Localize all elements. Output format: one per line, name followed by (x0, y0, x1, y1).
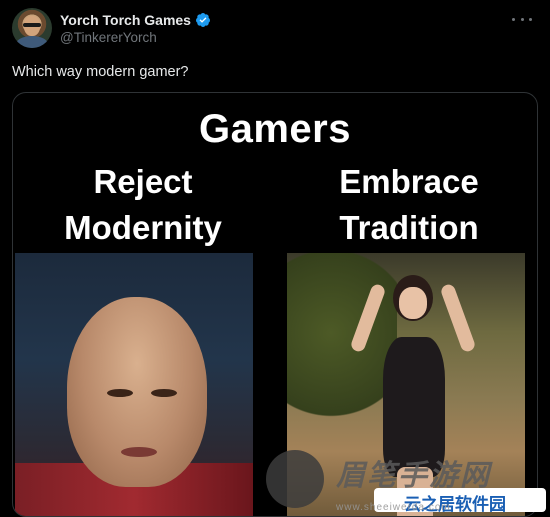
figure-face (399, 287, 427, 319)
left-eye (107, 389, 133, 397)
right-eye (151, 389, 177, 397)
tweet-text: Which way modern gamer? (12, 64, 189, 80)
meme-caption-left: Reject Modernity (64, 163, 222, 246)
mouth (121, 447, 157, 457)
meme-title: Gamers (199, 107, 351, 151)
figure-legs (397, 467, 433, 516)
more-dot (512, 17, 515, 21)
right-photo (287, 253, 525, 516)
verified-icon (195, 13, 210, 27)
shaved-head-face (67, 297, 207, 487)
name-row: Yorch Torch Games (60, 11, 211, 29)
more-dot (520, 17, 524, 21)
tweet-header: Yorch Torch Games @TinkererYorch (12, 8, 538, 48)
tweet-image[interactable]: Gamers Reject Modernity Embrace Traditio… (12, 92, 538, 517)
avatar-sunglasses (23, 23, 41, 27)
more-dot (529, 17, 532, 21)
figure-dress (383, 337, 445, 477)
user-handle[interactable]: @TinkererYorch (60, 30, 157, 45)
display-name[interactable]: Yorch Torch Games (60, 12, 191, 28)
meme-caption-right: Embrace Tradition (339, 163, 479, 246)
more-icon[interactable] (512, 12, 532, 26)
avatar[interactable] (12, 8, 52, 48)
figure-right-arm (439, 282, 477, 354)
avatar-body (16, 36, 48, 48)
foliage (287, 253, 397, 453)
left-photo (15, 253, 253, 516)
